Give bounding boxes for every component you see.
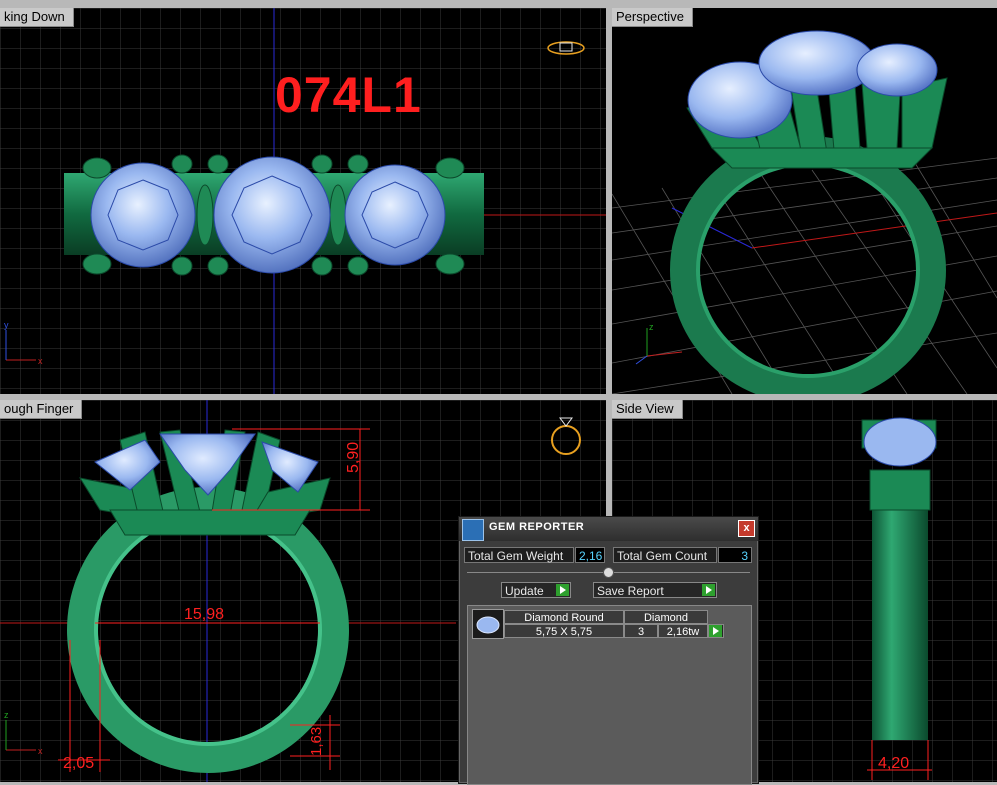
list-item[interactable]: Diamond Round Diamond 5,75 X 5,75 3 2,16…: [468, 606, 751, 640]
viewport-perspective[interactable]: Perspective z: [612, 8, 997, 394]
gem-reporter-logo-icon: [462, 519, 484, 541]
diamond-round-icon: [472, 609, 504, 639]
save-report-button-label: Save Report: [597, 584, 664, 598]
dimension-bottom-label: 2,05: [63, 755, 94, 772]
perspective-scene: z: [612, 30, 997, 394]
top-view-scene: x y: [0, 8, 606, 394]
save-report-button[interactable]: Save Report: [593, 582, 717, 598]
gem-reporter-title: GEM REPORTER: [489, 521, 585, 533]
viewport-title[interactable]: Perspective: [612, 8, 693, 27]
play-arrow-icon: [709, 625, 722, 637]
total-gem-count-value: 3: [718, 547, 752, 563]
total-gem-weight-value: 2,16: [575, 547, 605, 563]
dimension-height-label: 5,90: [345, 442, 362, 473]
gem-reporter-header[interactable]: GEM REPORTER x: [459, 517, 758, 541]
gem-material: Diamond: [624, 610, 708, 624]
play-arrow-icon: [702, 584, 715, 596]
dimension-width-label: 15,98: [184, 606, 224, 623]
svg-text:x: x: [38, 356, 43, 366]
viewport-title[interactable]: king Down: [0, 8, 74, 27]
gem-list[interactable]: Diamond Round Diamond 5,75 X 5,75 3 2,16…: [467, 605, 752, 785]
gems: [863, 417, 937, 467]
update-button[interactable]: Update: [501, 582, 571, 598]
axis-tripod-icon: z: [635, 322, 683, 365]
gem-size: 5,75 X 5,75: [504, 624, 624, 638]
gem-count: 3: [624, 624, 658, 638]
gem-reporter-panel[interactable]: GEM REPORTER x Total Gem Weight 2,16 Tot…: [458, 516, 759, 785]
gems: [90, 156, 446, 274]
model-code-stamp: 074L1: [275, 67, 422, 123]
svg-text:x: x: [38, 746, 43, 756]
viewport-top[interactable]: king Down x y 074L1: [0, 8, 606, 394]
gem-weight: 2,16tw: [658, 624, 708, 638]
svg-text:z: z: [4, 710, 9, 720]
gem-shape: Diamond Round: [504, 610, 624, 624]
update-button-label: Update: [505, 584, 544, 598]
dimension-width-label: 4,20: [878, 755, 909, 772]
svg-text:z: z: [649, 322, 654, 332]
close-icon[interactable]: x: [738, 520, 755, 537]
panel-slider-handle[interactable]: [603, 567, 614, 578]
ring-shank: [670, 136, 946, 394]
svg-text:y: y: [4, 320, 9, 330]
gem-row-action-button[interactable]: [708, 624, 724, 638]
viewport-title[interactable]: Side View: [612, 400, 683, 419]
total-gem-weight-label: Total Gem Weight: [464, 547, 574, 563]
dimension-band-label: 1,63: [308, 727, 325, 756]
total-gem-count-label: Total Gem Count: [613, 547, 717, 563]
play-arrow-icon: [556, 584, 569, 596]
viewport-title[interactable]: ough Finger: [0, 400, 83, 419]
ring-shank-side: [872, 510, 928, 740]
